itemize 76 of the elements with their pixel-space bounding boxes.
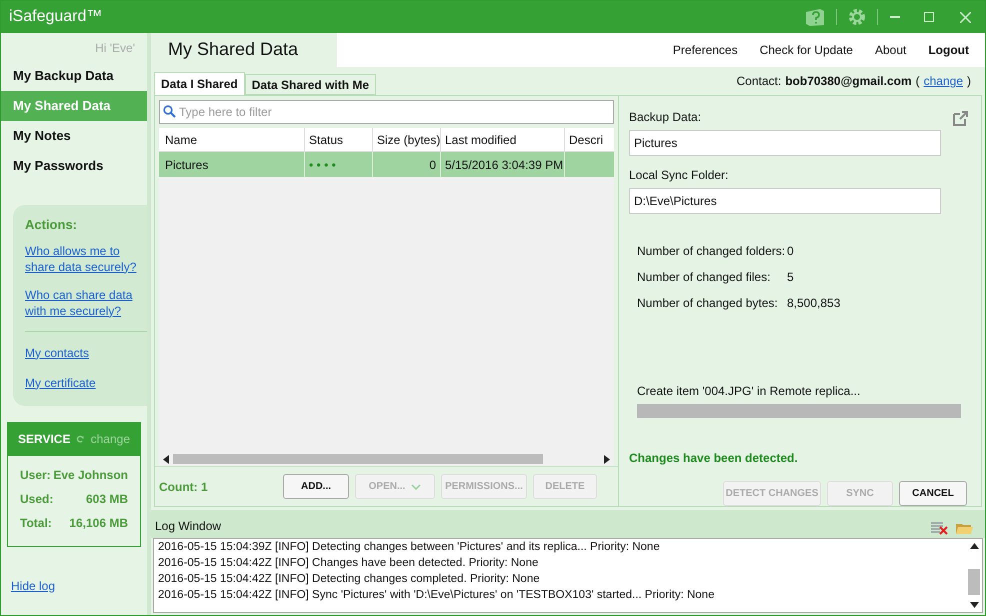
table-cell: Pictures (161, 152, 305, 178)
scroll-right-icon[interactable] (604, 454, 610, 464)
page-title: My Shared Data (168, 38, 298, 61)
log-line: 2016-05-15 15:04:42Z [INFO] Sync 'Pictures' with 'D:\Eve\Pictures' on 'TESTBOX103' started... Priority: None (158, 588, 716, 603)
status-message: Changes have been detected. (629, 450, 799, 468)
vertical-scrollbar[interactable] (968, 568, 980, 595)
parenthesis-text: ( (916, 73, 920, 90)
caret-icon (411, 484, 422, 490)
help-link[interactable]: Who allows me to share data securely? (25, 242, 137, 274)
service-label: Used: (20, 490, 54, 508)
tab[interactable]: Data I Shared (154, 72, 245, 96)
text-field[interactable]: D:\Eve\Pictures (629, 188, 941, 214)
text-field[interactable]: Pictures (629, 130, 941, 156)
stat-value: 8,500,853 (787, 295, 840, 312)
actions-heading: Actions: (25, 216, 78, 234)
window-title: iSafeguard™ (9, 7, 102, 27)
menu-link[interactable]: Check for Update (760, 41, 853, 59)
nav-item[interactable]: My Backup Data (1, 61, 147, 91)
service-value: Eve Johnson (53, 466, 128, 484)
clear-log-icon[interactable] (931, 520, 948, 535)
tab[interactable]: Data Shared with Me (244, 74, 376, 96)
settings-icon[interactable] (847, 7, 867, 27)
menu-link[interactable]: Logout (928, 41, 969, 59)
minimize-icon[interactable] (890, 16, 900, 18)
pop-out-icon[interactable] (953, 110, 969, 126)
nav-item[interactable]: My Passwords (1, 151, 147, 181)
table-cell: 0 (373, 152, 441, 178)
service-label: User: (20, 466, 51, 484)
stat-value: 5 (787, 269, 794, 286)
column-header[interactable]: Last modified (441, 128, 565, 152)
help-book-icon[interactable] (804, 7, 826, 27)
stat-label: Number of changed folders: (637, 243, 786, 260)
action-button[interactable]: ADD... (283, 474, 349, 500)
stat-label: Number of changed files: (637, 269, 772, 286)
count-text: Count: 1 (159, 478, 209, 496)
table-cell: 5/15/2016 3:04:39 PM (441, 152, 565, 178)
scroll-up-icon[interactable] (970, 542, 978, 549)
sidebar-link[interactable]: My contacts (25, 344, 90, 362)
scroll-down-icon[interactable] (970, 602, 978, 608)
column-header[interactable]: Descri (565, 128, 614, 152)
maximize-icon[interactable] (924, 12, 934, 22)
log-window-title: Log Window (155, 518, 222, 535)
filter-field[interactable]: Type here to filter (159, 100, 614, 124)
scroll-left-icon[interactable] (163, 454, 169, 464)
sidebar-link[interactable]: My certificate (25, 374, 96, 392)
service-heading: SERVICE (18, 431, 70, 448)
menu-link[interactable]: Preferences (672, 41, 738, 59)
help-link[interactable]: Who can share data with me securely? (25, 286, 137, 318)
service-value: 603 MB (86, 490, 128, 508)
service-value: 16,106 MB (69, 514, 128, 532)
hide-log-link[interactable]: Hide log (11, 577, 56, 595)
column-header[interactable]: Size (bytes) (373, 128, 441, 152)
stat-label: Number of changed bytes: (637, 295, 779, 312)
service-label: Total: (20, 514, 52, 532)
log-line: 2016-05-15 15:04:39Z [INFO] Detecting changes between 'Pictures' and its replica... Priority: None (158, 540, 661, 555)
refresh-icon[interactable] (76, 433, 85, 445)
log-line: 2016-05-15 15:04:42Z [INFO] Changes have been detected. Priority: None (158, 556, 540, 571)
column-header[interactable]: Status (305, 128, 373, 152)
field-label: Backup Data: (629, 109, 702, 126)
search-icon (163, 105, 176, 118)
column-header[interactable]: Name (161, 128, 305, 152)
field-label: Local Sync Folder: (629, 167, 730, 184)
close-icon[interactable] (960, 12, 971, 22)
table-row[interactable]: Pictures • • • • 0 5/15/2016 3:04:39 PM (159, 152, 614, 178)
contact-label: Contact: (736, 73, 782, 90)
parenthesis-text: ) (967, 73, 971, 90)
action-button[interactable]: CANCEL (899, 481, 967, 506)
progress-text: Create item '004.JPG' in Remote replica... (636, 383, 862, 400)
stat-value: 0 (787, 243, 794, 260)
greeting-text: Hi 'Eve' (95, 40, 136, 57)
log-line: 2016-05-15 15:04:42Z [INFO] Detecting changes completed. Priority: None (158, 572, 541, 587)
menu-link[interactable]: About (874, 41, 906, 59)
table-cell: • • • • (305, 152, 373, 178)
change-link[interactable]: change (924, 72, 963, 90)
nav-item[interactable]: My Notes (1, 121, 147, 151)
contact-email: bob70380@gmail.com (785, 73, 912, 90)
